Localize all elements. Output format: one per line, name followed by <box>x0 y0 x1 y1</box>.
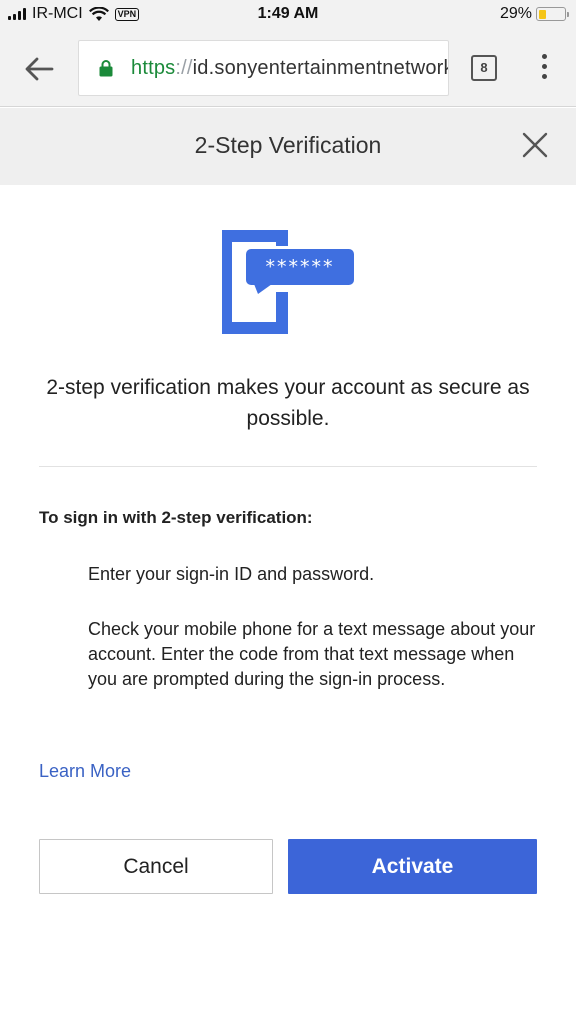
address-bar[interactable]: https://id.sonyentertainmentnetwork.com <box>78 40 449 96</box>
activate-button[interactable]: Activate <box>288 839 537 894</box>
overflow-menu-icon[interactable] <box>536 54 554 84</box>
tab-switcher-button[interactable]: 8 <box>471 55 497 81</box>
masked-code: ****** <box>266 256 335 278</box>
cancel-button[interactable]: Cancel <box>39 839 273 894</box>
page-header: 2-Step Verification <box>0 108 576 185</box>
step-item: Enter your sign-in ID and password. <box>88 564 375 584</box>
url-text: https://id.sonyentertainmentnetwork.com <box>131 57 448 80</box>
phone-message-icon: ****** <box>222 230 354 334</box>
intro-text: 2-step verification makes your account a… <box>46 376 530 430</box>
url-separator: :// <box>175 57 193 79</box>
step-item: Check your mobile phone for a text messa… <box>88 619 536 689</box>
lock-icon <box>99 60 113 77</box>
learn-more-link[interactable]: Learn More <box>39 761 131 782</box>
divider <box>39 466 537 467</box>
status-time: 1:49 AM <box>257 5 319 22</box>
back-arrow-icon[interactable] <box>22 52 56 86</box>
steps-heading: To sign in with 2-step verification: <box>39 508 313 527</box>
battery-percent: 29% <box>499 5 532 22</box>
status-right: 29% <box>499 5 569 23</box>
status-bar: IR-MCI VPN 1:49 AM 29% <box>0 0 576 30</box>
battery-icon <box>536 7 569 21</box>
close-icon[interactable] <box>520 130 550 160</box>
url-host: id.sonyentertainmentnetwork.com <box>192 57 448 79</box>
browser-toolbar: https://id.sonyentertainmentnetwork.com … <box>0 30 576 107</box>
battery-fill <box>538 9 546 19</box>
url-scheme: https <box>131 57 176 79</box>
page-title: 2-Step Verification <box>194 132 382 158</box>
